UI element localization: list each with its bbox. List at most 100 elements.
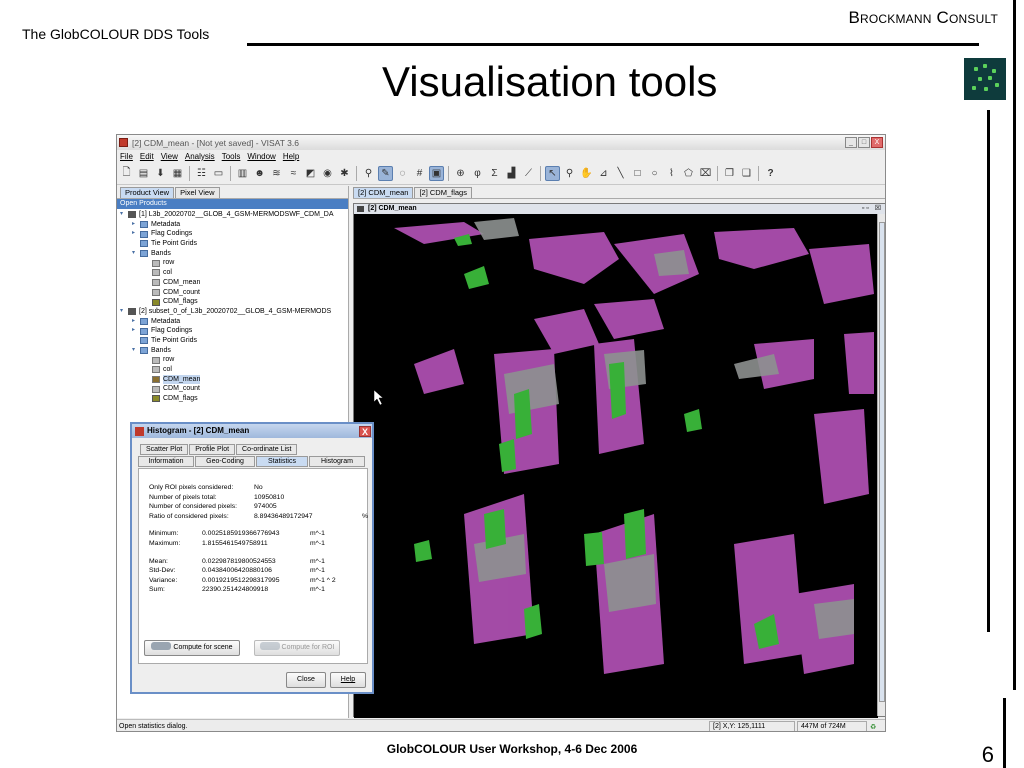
user-icon[interactable]: ☻ (252, 166, 267, 181)
expand-toggle-icon[interactable]: ▸ (132, 317, 138, 327)
tab-profile-plot[interactable]: Profile Plot (189, 444, 236, 455)
expand-toggle-icon[interactable]: ▾ (132, 346, 138, 356)
pin-icon[interactable]: ⚲ (361, 166, 376, 181)
tab-cdm-mean[interactable]: [2] CDM_mean (353, 187, 414, 198)
copy-icon[interactable]: ❐ (722, 166, 737, 181)
tab-coordinate-list[interactable]: Co-ordinate List (236, 444, 298, 455)
document-icon[interactable]: ▭ (211, 166, 226, 181)
memory-icon[interactable]: ♻ (870, 723, 876, 731)
tab-geo-coding[interactable]: Geo-Coding (195, 456, 255, 467)
export-icon[interactable]: ⬇ (153, 166, 168, 181)
tree-node[interactable]: ▸ Flag Codings (117, 229, 348, 239)
zoom-tool-icon[interactable]: ⚲ (562, 166, 577, 181)
menu-analysis[interactable]: Analysis (185, 152, 215, 161)
sigma-icon[interactable]: Σ (487, 166, 502, 181)
dialog-titlebar[interactable]: Histogram - [2] CDM_mean X (132, 424, 372, 438)
delete-shape-icon[interactable]: ⌧ (698, 166, 713, 181)
tab-cdm-flags[interactable]: [2] CDM_flags (414, 187, 472, 198)
wizard-icon[interactable]: ✱ (337, 166, 352, 181)
rectangle-tool-icon[interactable]: □ (630, 166, 645, 181)
expand-toggle-icon[interactable]: ▸ (132, 220, 138, 230)
world-map-icon[interactable]: ⊕ (453, 166, 468, 181)
menu-edit[interactable]: Edit (140, 152, 154, 161)
tree-node[interactable]: ▾ [1] L3b_20020702__GLOB_4_GSM-MERMODSWF_… (117, 210, 348, 220)
help-icon[interactable]: ? (763, 166, 778, 181)
stat-label: Maximum: (149, 539, 181, 547)
tree-node[interactable]: row (117, 355, 348, 365)
expand-toggle-icon[interactable]: ▾ (120, 307, 126, 317)
expand-toggle-icon[interactable]: ▸ (132, 229, 138, 239)
globe-icon[interactable]: ◉ (320, 166, 335, 181)
tree-node[interactable]: ▸ Metadata (117, 220, 348, 230)
polygon-tool-icon[interactable]: ⬠ (681, 166, 696, 181)
tree-node[interactable]: ▾ Bands (117, 346, 348, 356)
phi-lambda-icon[interactable]: φ (470, 166, 485, 181)
tab-histogram[interactable]: Histogram (309, 456, 365, 467)
tree-node[interactable]: ▸ Flag Codings (117, 326, 348, 336)
ellipse-tool-icon[interactable]: ○ (647, 166, 662, 181)
tree-node[interactable]: Tie Point Grids (117, 336, 348, 346)
window-titlebar[interactable]: [2] CDM_mean - [Not yet saved] - VISAT 3… (117, 135, 885, 150)
tree-node[interactable]: col (117, 268, 348, 278)
tab-statistics[interactable]: Statistics (256, 456, 308, 467)
grayed-icon[interactable]: ◌ (395, 166, 410, 181)
dialog-close-icon[interactable]: X (359, 425, 371, 437)
layers-icon[interactable]: ≋ (269, 166, 284, 181)
image-overlay-icon[interactable]: ▣ (429, 166, 444, 181)
polyline-tool-icon[interactable]: ⌇ (664, 166, 679, 181)
tree-node-label: CDM_flags (163, 298, 198, 306)
pin-tool-icon[interactable]: ⊿ (596, 166, 611, 181)
tree-node[interactable]: ▸ Metadata (117, 317, 348, 327)
frame-controls[interactable]: ▫▫ ☒ (862, 204, 883, 214)
menu-window[interactable]: Window (247, 152, 275, 161)
minimize-button[interactable]: _ (845, 137, 857, 148)
tree-node[interactable]: CDM_mean (117, 374, 348, 385)
tree-node[interactable]: CDM_mean (117, 278, 348, 288)
band-arithmetic-icon[interactable]: ▥ (235, 166, 250, 181)
menu-view[interactable]: View (161, 152, 178, 161)
tab-pixel-view[interactable]: Pixel View (175, 187, 220, 198)
image-scrollbar[interactable] (877, 214, 885, 716)
stat-label: Mean: (149, 557, 168, 565)
header-divider (247, 43, 979, 46)
properties-icon[interactable]: ☷ (194, 166, 209, 181)
tree-node[interactable]: row (117, 258, 348, 268)
tab-product-view[interactable]: Product View (120, 187, 175, 198)
tree-node[interactable]: ▾ [2] subset_0_of_L3b_20020702__GLOB_4_GS… (117, 307, 348, 317)
tree-node[interactable]: Tie Point Grids (117, 239, 348, 249)
tree-node[interactable]: CDM_flags (117, 297, 348, 307)
tree-node[interactable]: CDM_count (117, 384, 348, 394)
histogram-icon[interactable]: ▟ (504, 166, 519, 181)
save-icon[interactable]: ▦ (170, 166, 185, 181)
menu-help[interactable]: Help (283, 152, 299, 161)
scatter-icon[interactable]: ⟋ (521, 166, 536, 181)
new-file-icon[interactable]: 🗋 (119, 166, 134, 181)
close-button[interactable]: X (871, 137, 883, 148)
help-button[interactable]: Help (330, 672, 366, 688)
satellite-image[interactable] (354, 214, 878, 718)
expand-toggle-icon[interactable]: ▾ (132, 249, 138, 259)
tree-node[interactable]: CDM_count (117, 288, 348, 298)
line-tool-icon[interactable]: ╲ (613, 166, 628, 181)
compute-scene-button[interactable]: Compute for scene (144, 640, 240, 656)
pan-tool-icon[interactable]: ✋ (579, 166, 594, 181)
maximize-button[interactable]: □ (858, 137, 870, 148)
menu-tools[interactable]: Tools (222, 152, 241, 161)
tree-node[interactable]: CDM_flags (117, 394, 348, 404)
grid-icon[interactable]: # (412, 166, 427, 181)
tree-node[interactable]: col (117, 365, 348, 375)
expand-toggle-icon[interactable]: ▾ (120, 210, 126, 220)
close-button[interactable]: Close (286, 672, 326, 688)
expand-toggle-icon[interactable]: ▸ (132, 326, 138, 336)
tree-node[interactable]: ▾ Bands (117, 249, 348, 259)
paste-icon[interactable]: ❑ (739, 166, 754, 181)
filter-icon[interactable]: ≈ (286, 166, 301, 181)
select-tool-icon[interactable]: ↖ (545, 166, 560, 181)
open-folder-icon[interactable]: ▤ (136, 166, 151, 181)
tab-information[interactable]: Information (138, 456, 194, 467)
overlay-icon[interactable]: ✎ (378, 166, 393, 181)
scroll-thumb[interactable] (879, 222, 885, 702)
chart-icon[interactable]: ◩ (303, 166, 318, 181)
menu-file[interactable]: File (120, 152, 133, 161)
tab-scatter-plot[interactable]: Scatter Plot (140, 444, 189, 455)
